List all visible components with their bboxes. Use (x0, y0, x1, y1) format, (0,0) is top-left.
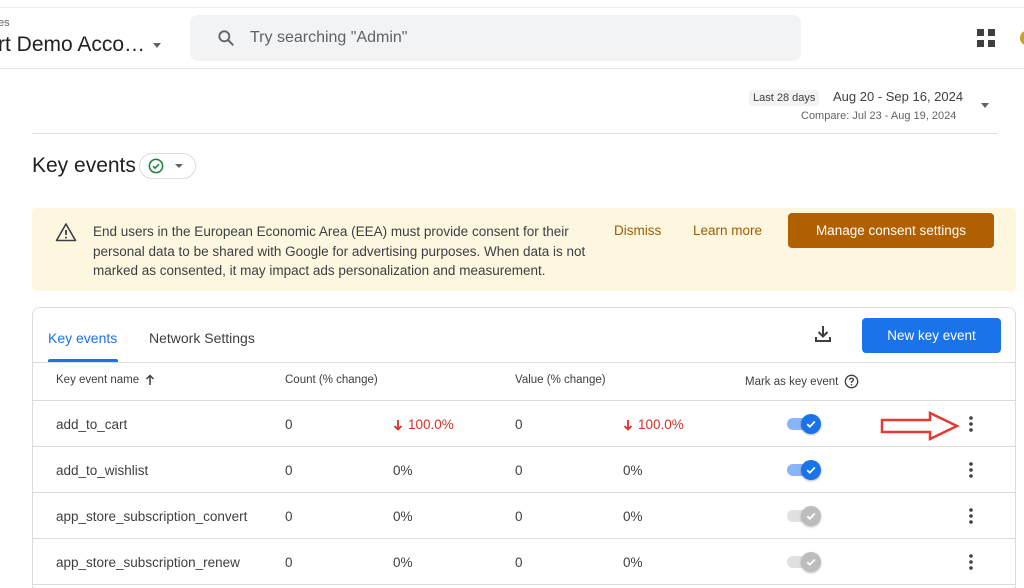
value-change: 100.0% (623, 417, 684, 432)
arrow-down-icon (393, 419, 403, 431)
key-event-name: add_to_cart (56, 417, 128, 432)
annotation-arrow-icon (880, 411, 960, 441)
more-vert-icon[interactable] (967, 461, 975, 479)
sort-ascending-icon (146, 374, 155, 385)
chevron-down-icon (153, 42, 162, 48)
column-label: Mark as key event (745, 375, 839, 388)
warning-icon (55, 223, 77, 242)
column-header-value[interactable]: Value (% change) (515, 374, 606, 386)
count-change: 0% (393, 509, 413, 524)
value-change-text: 100.0% (638, 417, 684, 432)
check-circle-icon (148, 158, 164, 174)
more-vert-icon[interactable] (967, 507, 975, 525)
toggle-thumb (801, 552, 821, 572)
date-preset-badge: Last 28 days (749, 90, 820, 106)
key-event-name: app_store_subscription_renew (56, 555, 240, 570)
count-change: 0% (393, 555, 413, 570)
header-divider (32, 133, 997, 134)
count-value: 0 (285, 509, 293, 524)
chevron-down-icon (175, 164, 183, 168)
value-change: 0% (623, 463, 643, 478)
mark-as-key-event-toggle[interactable] (785, 552, 823, 572)
table-row[interactable]: add_to_wishlist 0 0% 0 0% (33, 447, 1015, 493)
account-breadcrumb: es (0, 17, 10, 29)
value-value: 0 (515, 417, 523, 432)
value-value: 0 (515, 555, 523, 570)
download-icon[interactable] (813, 324, 833, 344)
check-icon (806, 466, 816, 474)
more-vert-icon[interactable] (967, 553, 975, 571)
key-event-name: app_store_subscription_convert (56, 509, 248, 524)
column-header-name[interactable]: Key event name (56, 374, 155, 386)
apps-grid-icon[interactable] (977, 29, 995, 47)
avatar[interactable] (1020, 31, 1024, 45)
count-change-text: 100.0% (408, 417, 454, 432)
dismiss-link[interactable]: Dismiss (614, 223, 661, 238)
value-value: 0 (515, 463, 523, 478)
mark-as-key-event-toggle[interactable] (785, 460, 823, 480)
value-change-text: 0% (623, 463, 643, 478)
count-change-text: 0% (393, 463, 413, 478)
toggle-thumb (801, 506, 821, 526)
toggle-thumb (801, 460, 821, 480)
table-row[interactable]: app_store_subscription_convert 0 0% 0 0% (33, 493, 1015, 539)
value-change-text: 0% (623, 509, 643, 524)
chevron-down-icon (981, 103, 989, 108)
learn-more-link[interactable]: Learn more (693, 223, 762, 238)
key-event-name: add_to_wishlist (56, 463, 149, 478)
account-selector[interactable]: rt Demo Acco… (0, 33, 162, 57)
count-change: 0% (393, 463, 413, 478)
date-compare-text: Compare: Jul 23 - Aug 19, 2024 (801, 110, 957, 122)
mark-as-key-event-toggle[interactable] (785, 414, 823, 434)
count-change-text: 0% (393, 555, 413, 570)
value-change: 0% (623, 555, 643, 570)
column-header-mark: Mark as key event (745, 374, 859, 389)
date-range-text: Aug 20 - Sep 16, 2024 (833, 89, 964, 104)
search-input[interactable]: Try searching "Admin" (190, 15, 801, 61)
help-icon[interactable] (844, 374, 859, 389)
new-key-event-button[interactable]: New key event (862, 318, 1001, 353)
account-name: rt Demo Acco… (0, 33, 146, 56)
check-icon (806, 512, 816, 520)
column-label: Value (% change) (515, 374, 606, 386)
top-divider (0, 7, 1024, 8)
value-change: 0% (623, 509, 643, 524)
more-vert-icon[interactable] (967, 415, 975, 433)
status-chip[interactable] (139, 153, 196, 179)
tabs-divider (33, 362, 1015, 363)
page-title: Key events (32, 154, 136, 177)
check-icon (806, 558, 816, 566)
column-header-count[interactable]: Count (% change) (285, 374, 378, 386)
count-value: 0 (285, 417, 293, 432)
key-events-card: Key events Network Settings New key even… (32, 307, 1016, 588)
value-change-text: 0% (623, 555, 643, 570)
manage-consent-button[interactable]: Manage consent settings (788, 213, 994, 248)
tab-key-events[interactable]: Key events (48, 330, 117, 346)
arrow-down-icon (623, 419, 633, 431)
count-change: 100.0% (393, 417, 454, 432)
search-icon (218, 30, 234, 46)
mark-as-key-event-toggle[interactable] (785, 506, 823, 526)
column-label: Count (% change) (285, 374, 378, 386)
toggle-thumb (801, 414, 821, 434)
table-row[interactable]: add_to_cart 0 100.0% 0 100.0% (33, 401, 1015, 447)
tab-network-settings[interactable]: Network Settings (149, 330, 255, 346)
table-row[interactable]: app_store_subscription_renew 0 0% 0 0% (33, 539, 1015, 585)
date-range-picker[interactable]: Last 28 days Aug 20 - Sep 16, 2024 Compa… (694, 88, 994, 128)
count-value: 0 (285, 555, 293, 570)
column-label: Key event name (56, 374, 140, 386)
top-bar: es rt Demo Acco… Try searching "Admin" (0, 0, 1024, 69)
banner-message: End users in the European Economic Area … (93, 224, 586, 278)
check-icon (806, 420, 816, 428)
search-placeholder: Try searching "Admin" (250, 29, 408, 46)
consent-banner: End users in the European Economic Area … (32, 208, 1016, 291)
count-value: 0 (285, 463, 293, 478)
count-change-text: 0% (393, 509, 413, 524)
value-value: 0 (515, 509, 523, 524)
